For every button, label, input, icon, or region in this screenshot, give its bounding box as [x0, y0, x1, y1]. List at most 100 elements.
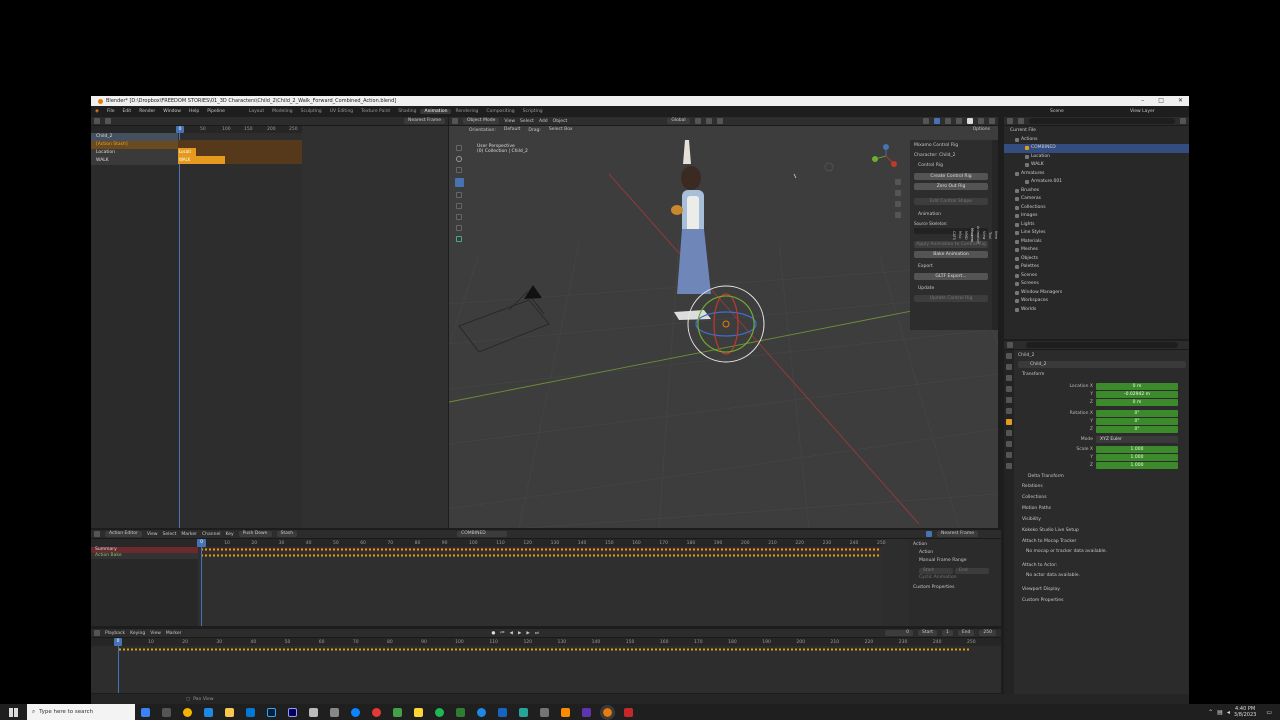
bake-animation-button[interactable]: Bake Animation — [914, 251, 988, 258]
transform-section[interactable]: Transform — [1018, 372, 1186, 380]
viewport-editor-icon[interactable] — [452, 118, 458, 124]
timeline-menu-keying[interactable]: Keying — [130, 631, 145, 636]
blender-taskbar-icon[interactable] — [600, 704, 615, 720]
app-teal-icon[interactable] — [519, 707, 528, 717]
object-tab-icon[interactable] — [1006, 419, 1012, 425]
orientation-dropdown[interactable]: Default — [499, 127, 525, 133]
shading-render-icon[interactable] — [989, 118, 995, 124]
delta-transform-section[interactable]: Delta Transform — [1018, 474, 1186, 484]
pivot-icon[interactable] — [694, 118, 701, 124]
timeline-menu-view[interactable]: View — [150, 631, 161, 636]
after-effects-icon[interactable] — [288, 707, 297, 717]
view-layer-selector[interactable]: View Layer — [1126, 109, 1159, 114]
menu-window[interactable]: Window — [159, 109, 185, 114]
camera-view-icon[interactable] — [895, 201, 901, 207]
dopesheet-editor-icon[interactable] — [94, 531, 100, 537]
control-rig-section[interactable]: Control Rig — [914, 163, 988, 168]
outliner-row-screens[interactable]: Screens — [1004, 280, 1189, 289]
ae-filter-icon[interactable] — [926, 531, 933, 537]
ae-summary-keyframes[interactable] — [200, 548, 880, 551]
transform-tool-icon[interactable] — [456, 203, 462, 209]
3d-viewport[interactable]: Object Mode View Select Add Object Globa… — [449, 117, 998, 528]
app-red2-icon[interactable] — [624, 707, 633, 717]
update-section[interactable]: Update — [914, 286, 988, 291]
edit-control-shape-button[interactable]: Edit Control Shape — [914, 198, 988, 205]
chrome-icon[interactable] — [183, 707, 192, 717]
export-section[interactable]: Export — [914, 264, 988, 269]
location-z-field[interactable]: 0 m — [1096, 399, 1178, 406]
outliner-row-images[interactable]: Images — [1004, 212, 1189, 221]
scene-tab-icon[interactable] — [1006, 397, 1012, 403]
ae-playhead-label[interactable]: 0 — [197, 539, 206, 547]
overlay-icon[interactable] — [934, 118, 940, 124]
ae-snap-dropdown[interactable]: Nearest Frame — [937, 531, 978, 537]
calendar-icon[interactable] — [204, 707, 213, 717]
object-name-field[interactable]: Child_2 — [1018, 361, 1186, 368]
zero-out-rig-button[interactable]: Zero Out Rig — [914, 183, 988, 190]
menu-help[interactable]: Help — [185, 109, 203, 114]
play-icon[interactable]: ▶ — [518, 631, 521, 636]
display-mode-icon[interactable] — [1018, 118, 1024, 124]
ae-action-section[interactable]: Action — [913, 542, 997, 550]
tab-mmd[interactable]: MMD — [964, 231, 968, 240]
tab-animation[interactable]: Animation — [420, 108, 452, 114]
outliner-row-palettes[interactable]: Palettes — [1004, 263, 1189, 272]
collections-section[interactable]: Collections — [1018, 495, 1186, 506]
ae-menu-marker[interactable]: Marker — [181, 532, 197, 537]
blender-menu-icon[interactable]: ◉ — [91, 109, 103, 114]
tweak-tool-icon[interactable] — [456, 145, 462, 151]
jump-end-icon[interactable]: ⏭ — [535, 630, 539, 636]
scale-tool-icon[interactable] — [456, 192, 462, 198]
tab-tool[interactable]: Tool — [988, 232, 992, 239]
minimize-icon[interactable]: – — [1141, 96, 1144, 106]
location-y-field[interactable]: -0.02942 m — [1096, 391, 1178, 398]
tool-tab-icon[interactable] — [1006, 353, 1012, 359]
tab-animation-side[interactable]: Animation — [976, 226, 980, 244]
mail-icon[interactable] — [246, 707, 255, 717]
volume-icon[interactable]: ◂ — [1227, 709, 1230, 716]
app-blue-icon[interactable] — [498, 707, 507, 717]
tab-shading[interactable]: Shading — [394, 109, 420, 114]
outliner-row-cameras[interactable]: Cameras — [1004, 195, 1189, 204]
data-tab-icon[interactable] — [1006, 463, 1012, 469]
viewport-menu-select[interactable]: Select — [520, 119, 534, 124]
tab-texture-paint[interactable]: Texture Paint — [357, 109, 394, 114]
tray-up-icon[interactable]: ⌃ — [1208, 709, 1213, 716]
properties-type-icon[interactable] — [1007, 342, 1013, 348]
editor-type-icon[interactable] — [94, 118, 100, 124]
app-orange-icon[interactable] — [561, 707, 570, 717]
tab-rendering[interactable]: Rendering — [451, 109, 482, 114]
app-red-icon[interactable] — [372, 707, 381, 717]
outliner-type-icon[interactable] — [1007, 118, 1013, 124]
nla-strip-location[interactable]: Locati — [178, 148, 196, 156]
app-green-icon[interactable] — [393, 707, 402, 717]
timeline-menu-marker[interactable]: Marker — [166, 631, 182, 636]
tab-mixamo[interactable]: Mixamo — [970, 228, 974, 242]
tab-view[interactable]: View — [982, 231, 986, 239]
app-yellow-icon[interactable] — [414, 707, 423, 717]
ae-ruler[interactable]: 10 20 30 40 50 60 70 80 90 100 110 120 130 140 150 160 1… — [198, 539, 886, 547]
prev-key-icon[interactable]: ◀ — [509, 631, 512, 636]
create-control-rig-button[interactable]: Create Control Rig — [914, 173, 988, 180]
filter-icon[interactable] — [105, 118, 111, 124]
annotate-tool-icon[interactable] — [456, 214, 462, 220]
scene-selector[interactable]: Scene — [1046, 109, 1068, 114]
outliner-row-collections[interactable]: Collections — [1004, 204, 1189, 213]
pan-hand-icon[interactable] — [895, 190, 901, 196]
drag-dropdown[interactable]: Select Box — [544, 127, 577, 133]
maximize-icon[interactable]: □ — [1158, 96, 1164, 106]
timeline-ruler[interactable]: 10 20 30 40 50 60 70 80 90 100 110 120 130 140 150 160 1… — [91, 638, 1001, 646]
spotify-icon[interactable] — [435, 707, 444, 717]
timeline-playhead[interactable] — [118, 646, 119, 693]
timeline-keyframes[interactable] — [118, 648, 971, 651]
stash-button[interactable]: Stash — [276, 531, 298, 537]
timeline-playhead-label[interactable]: 0 — [114, 638, 122, 646]
outliner-row-meshes[interactable]: Meshes — [1004, 246, 1189, 255]
options-dropdown[interactable]: Options — [968, 127, 994, 133]
nla-strip-walk[interactable]: WALK — [178, 156, 225, 164]
ae-menu-key[interactable]: Key — [225, 532, 233, 537]
nla-playhead[interactable] — [179, 133, 180, 528]
viewport-menu-object[interactable]: Object — [553, 119, 568, 124]
ae-action-bake-keyframes[interactable] — [200, 554, 880, 557]
close-icon[interactable]: ✕ — [1178, 96, 1183, 106]
